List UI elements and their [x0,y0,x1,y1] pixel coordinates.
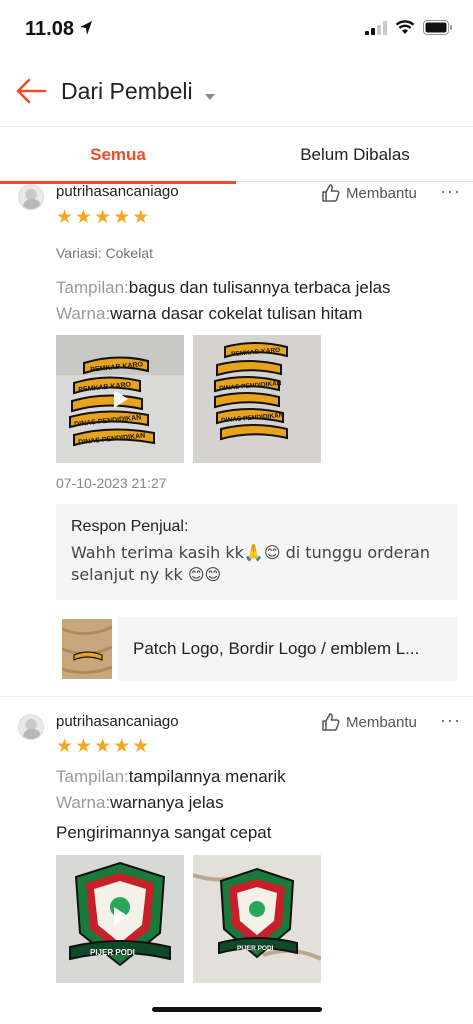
review-card: putrihasancaniago Membantu ··· ★ ★ ★ ★ ★… [0,181,473,696]
variation-label: Variasi: Cokelat [56,245,154,261]
review-comment: Pengirimannya sangat cepat [56,823,272,842]
wifi-icon [395,20,415,34]
tab-belum-dibalas[interactable]: Belum Dibalas [237,127,473,183]
more-options-icon[interactable]: ··· [440,181,461,202]
more-options-icon[interactable]: ··· [440,710,461,731]
tab-semua[interactable]: Semua [0,127,236,184]
reviewer-username: putrihasancaniago [56,713,179,730]
star-icon: ★ [113,207,131,228]
star-icon: ★ [94,736,112,757]
reviewer-username: putrihasancaniago [56,183,179,200]
signal-icon [365,20,387,35]
helpful-label: Membantu [346,184,417,202]
filter-tabs: Semua Belum Dibalas [0,126,473,184]
attribute-warna: Warna:warna dasar cokelat tulisan hitam [56,304,363,323]
attribute-tampilan: Tampilan:tampilannya menarik [56,767,286,786]
star-icon: ★ [132,207,150,228]
helpful-button[interactable]: Membantu [321,712,417,732]
review-video-thumbnail[interactable]: PEMKAB KARO PEMKAB KARO DINAS PENDIDIKAN… [56,335,184,463]
product-name: Patch Logo, Bordir Logo / emblem L... [133,639,420,658]
star-rating: ★ ★ ★ ★ ★ [56,208,149,227]
status-icons [365,20,453,35]
helpful-label: Membantu [346,713,417,731]
review-card: putrihasancaniago Membantu ··· ★ ★ ★ ★ ★… [0,697,473,1024]
home-indicator[interactable] [152,1007,322,1012]
seller-response-title: Respon Penjual: [71,518,189,535]
patch-label: PIJER PODI [237,945,274,952]
avatar[interactable] [18,184,44,210]
product-thumbnail [62,619,112,679]
star-icon: ★ [113,736,131,757]
review-video-thumbnail[interactable]: PIJER PODI [56,855,184,983]
status-time: 11.08 [25,18,74,40]
product-name-box: Patch Logo, Bordir Logo / emblem L... [118,617,458,681]
thumbs-up-icon [322,713,340,731]
product-link[interactable]: Patch Logo, Bordir Logo / emblem L... [56,617,458,681]
star-rating: ★ ★ ★ ★ ★ [56,737,149,756]
star-icon: ★ [75,736,93,757]
status-bar: 11.08 [0,0,473,58]
review-photo[interactable]: PEMKAB KARO DINAS PENDIDIKAN DINAS PENDI… [193,335,321,463]
dropdown-caret-icon[interactable] [205,87,215,105]
star-icon: ★ [94,207,112,228]
patch-label: PIJER PODI [90,948,135,957]
page-title[interactable]: Dari Pembeli [61,78,193,105]
review-date: 07-10-2023 21:27 [56,475,167,491]
battery-icon [423,20,452,35]
back-arrow-icon[interactable] [15,75,47,107]
star-icon: ★ [75,207,93,228]
attribute-warna: Warna:warnanya jelas [56,793,224,812]
star-icon: ★ [132,736,150,757]
location-arrow-icon [79,20,93,41]
star-icon: ★ [56,736,74,757]
avatar[interactable] [18,714,44,740]
seller-response-text: Wahh terima kasih kk🙏😊 di tunggu orderan… [71,543,430,584]
attribute-tampilan: Tampilan:bagus dan tulisannya terbaca je… [56,278,391,297]
thumbs-up-icon [322,184,340,202]
seller-response: Respon Penjual: Wahh terima kasih kk🙏😊 d… [56,504,458,600]
star-icon: ★ [56,207,74,228]
helpful-button[interactable]: Membantu [321,183,417,203]
header: Dari Pembeli [0,58,473,126]
review-photo[interactable]: PIJER PODI [193,855,321,983]
